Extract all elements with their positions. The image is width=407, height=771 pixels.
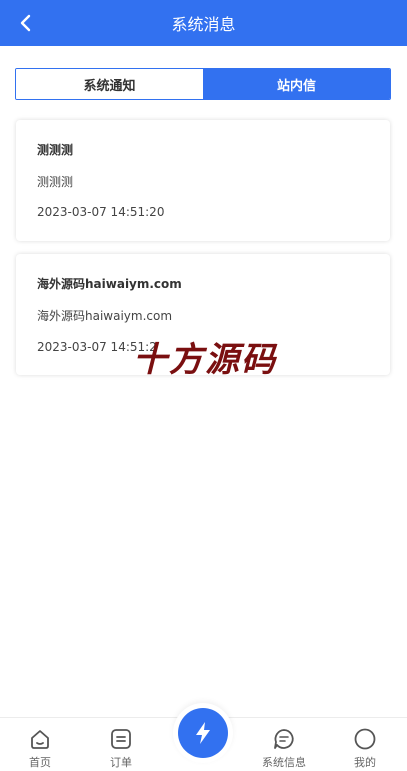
back-button[interactable] <box>14 11 38 35</box>
tab-inbox[interactable]: 站内信 <box>203 69 390 99</box>
tab-switcher: 系统通知 站内信 <box>15 68 391 100</box>
message-title: 测测测 <box>37 143 74 157</box>
page-title: 系统消息 <box>171 15 236 34</box>
home-icon <box>31 730 49 749</box>
tabbar-item-orders[interactable]: 订单 <box>91 718 151 771</box>
message-card[interactable]: 海外源码haiwaiym.com 海外源码haiwaiym.com 2023-0… <box>16 254 390 375</box>
tabbar-item-home[interactable]: 首页 <box>10 718 70 771</box>
chevron-left-icon <box>20 14 31 32</box>
lightning-icon <box>196 722 210 744</box>
top-bar: 系统消息 <box>0 0 407 46</box>
message-body: 海外源码haiwaiym.com <box>37 309 173 323</box>
tabbar-item-system-info[interactable]: 系统信息 <box>254 718 314 771</box>
message-body: 测测测 <box>37 175 74 189</box>
tabbar-item-profile[interactable]: 我的 <box>335 718 395 771</box>
message-icon <box>274 729 294 749</box>
center-action-button[interactable] <box>173 703 233 763</box>
tabbar-label: 首页 <box>29 756 51 769</box>
tabbar-label: 订单 <box>110 756 132 769</box>
center-action-circle <box>178 708 228 758</box>
profile-icon <box>354 728 376 750</box>
tabbar-label: 我的 <box>354 756 376 769</box>
tab-system-notice[interactable]: 系统通知 <box>16 69 203 99</box>
message-card[interactable]: 测测测 测测测 2023-03-07 14:51:20 <box>16 120 390 241</box>
message-time: 2023-03-07 14:51:2 <box>37 340 157 354</box>
order-icon <box>111 729 131 749</box>
message-title: 海外源码haiwaiym.com <box>37 277 182 291</box>
tabbar-label: 系统信息 <box>262 756 306 769</box>
message-time: 2023-03-07 14:51:20 <box>37 205 165 219</box>
